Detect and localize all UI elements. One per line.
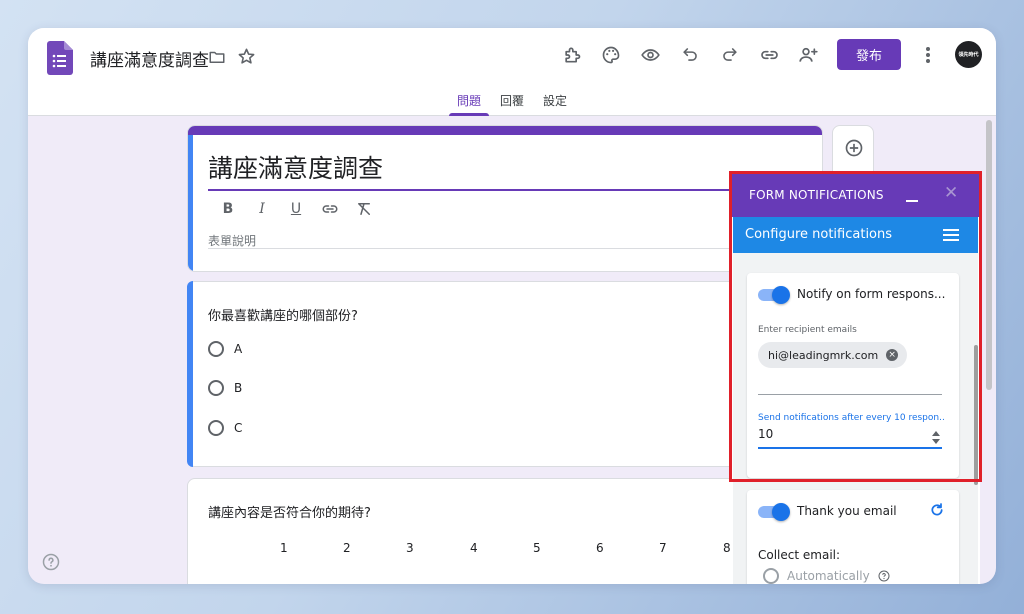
thankyou-card: Thank you email Collect email: Automatic… [747,490,959,584]
undo-icon[interactable] [681,45,700,64]
email-chip[interactable]: hi@leadingmrk.com × [758,342,908,368]
scale-value: 8 [723,541,731,555]
radio-button[interactable] [208,420,224,436]
avatar[interactable]: 領先時代 [955,41,982,68]
scale-value: 1 [280,541,288,555]
minimize-icon[interactable] [906,200,918,202]
recipient-input-line[interactable] [758,394,942,395]
folder-icon[interactable] [208,48,226,66]
more-vert-icon[interactable] [921,45,935,65]
configure-title: Configure notifications [745,227,893,242]
option-a[interactable]: A [208,341,242,357]
thankyou-label: Thank you email [797,504,897,518]
question-card-2[interactable]: 講座內容是否符合你的期待? 1 2 3 4 5 6 7 8 [187,478,823,584]
option-label: B [234,381,243,395]
addon-scrollbar[interactable] [974,345,978,485]
scale-value: 6 [596,541,604,555]
addons-puzzle-icon[interactable] [562,45,582,65]
document-title[interactable]: 講座滿意度調查 [90,46,209,71]
title-underline [208,189,738,191]
scale-value: 3 [406,541,414,555]
star-icon[interactable] [237,47,256,66]
preview-eye-icon[interactable] [640,45,661,65]
underline-icon[interactable]: U [286,199,306,219]
redo-icon[interactable] [720,45,739,64]
question-card-1[interactable]: 你最喜歡講座的哪個部份? A B C [187,281,823,467]
add-question-icon[interactable] [844,138,864,158]
active-tab-indicator [449,113,489,116]
scale-value: 5 [533,541,541,555]
menu-icon[interactable] [943,229,959,244]
form-notifications-addon: FORM NOTIFICATIONS ✕ Configure notificat… [731,173,980,584]
description-underline [208,248,808,249]
addon-toolbar: Configure notifications [733,217,978,253]
option-b[interactable]: B [208,380,242,396]
close-icon[interactable]: ✕ [944,183,958,203]
form-description[interactable]: 表單說明 [208,232,256,249]
notify-toggle[interactable] [758,286,790,304]
addon-body: Notify on form respons... Enter recipien… [733,253,978,584]
clear-formatting-icon[interactable] [354,199,374,219]
option-c[interactable]: C [208,420,242,436]
addon-title: FORM NOTIFICATIONS [749,188,884,202]
addon-header: FORM NOTIFICATIONS ✕ [731,173,980,217]
send-after-underline [758,447,942,449]
option-label: C [234,421,243,435]
publish-button[interactable]: 發布 [837,39,901,70]
collect-automatically-option[interactable]: Automatically [763,568,890,584]
question-title: 你最喜歡講座的哪個部份? [208,309,358,324]
refresh-icon[interactable] [929,502,945,522]
notify-label: Notify on form respons... [797,287,946,301]
page-scrollbar[interactable] [986,120,992,390]
add-collaborator-icon[interactable] [798,45,819,65]
italic-icon[interactable]: I [252,199,272,219]
recipient-label: Enter recipient emails [758,325,857,335]
send-after-input[interactable]: 10 [758,427,773,441]
top-bar: 講座滿意度調查 發布 領先時代 問題 回覆 設定 [28,28,996,116]
remove-chip-icon[interactable]: × [886,349,899,361]
form-title-card[interactable]: 講座滿意度調查 B I U 表單說明 [187,125,823,272]
option-label: A [234,342,243,356]
notify-settings-card: Notify on form respons... Enter recipien… [747,273,959,478]
scale-value: 7 [659,541,667,555]
theme-color-strip [188,126,822,135]
insert-link-icon[interactable] [320,199,340,219]
formatting-toolbar: B I U [218,199,374,219]
help-icon[interactable] [878,570,890,582]
decrement-icon[interactable] [932,439,940,444]
tab-settings[interactable]: 設定 [543,92,567,109]
bold-icon[interactable]: B [218,199,238,219]
thankyou-toggle[interactable] [758,503,790,521]
email-chip-text: hi@leadingmrk.com [768,348,879,362]
send-after-label: Send notifications after every 10 respon… [758,413,944,423]
tab-responses[interactable]: 回覆 [500,92,524,109]
scale-value: 2 [343,541,351,555]
help-icon[interactable] [42,553,60,575]
radio-button[interactable] [208,341,224,357]
collect-email-label: Collect email: [758,548,841,562]
form-title[interactable]: 講座滿意度調查 [208,149,383,185]
increment-icon[interactable] [932,431,940,436]
palette-icon[interactable] [601,45,621,65]
tab-questions[interactable]: 問題 [457,92,481,109]
scale-value: 4 [470,541,478,555]
question-title: 講座內容是否符合你的期待? [208,506,371,521]
radio-button[interactable] [763,568,779,584]
link-icon[interactable] [759,45,780,65]
radio-button[interactable] [208,380,224,396]
option-label: Automatically [787,569,870,583]
google-forms-logo[interactable] [47,41,73,75]
